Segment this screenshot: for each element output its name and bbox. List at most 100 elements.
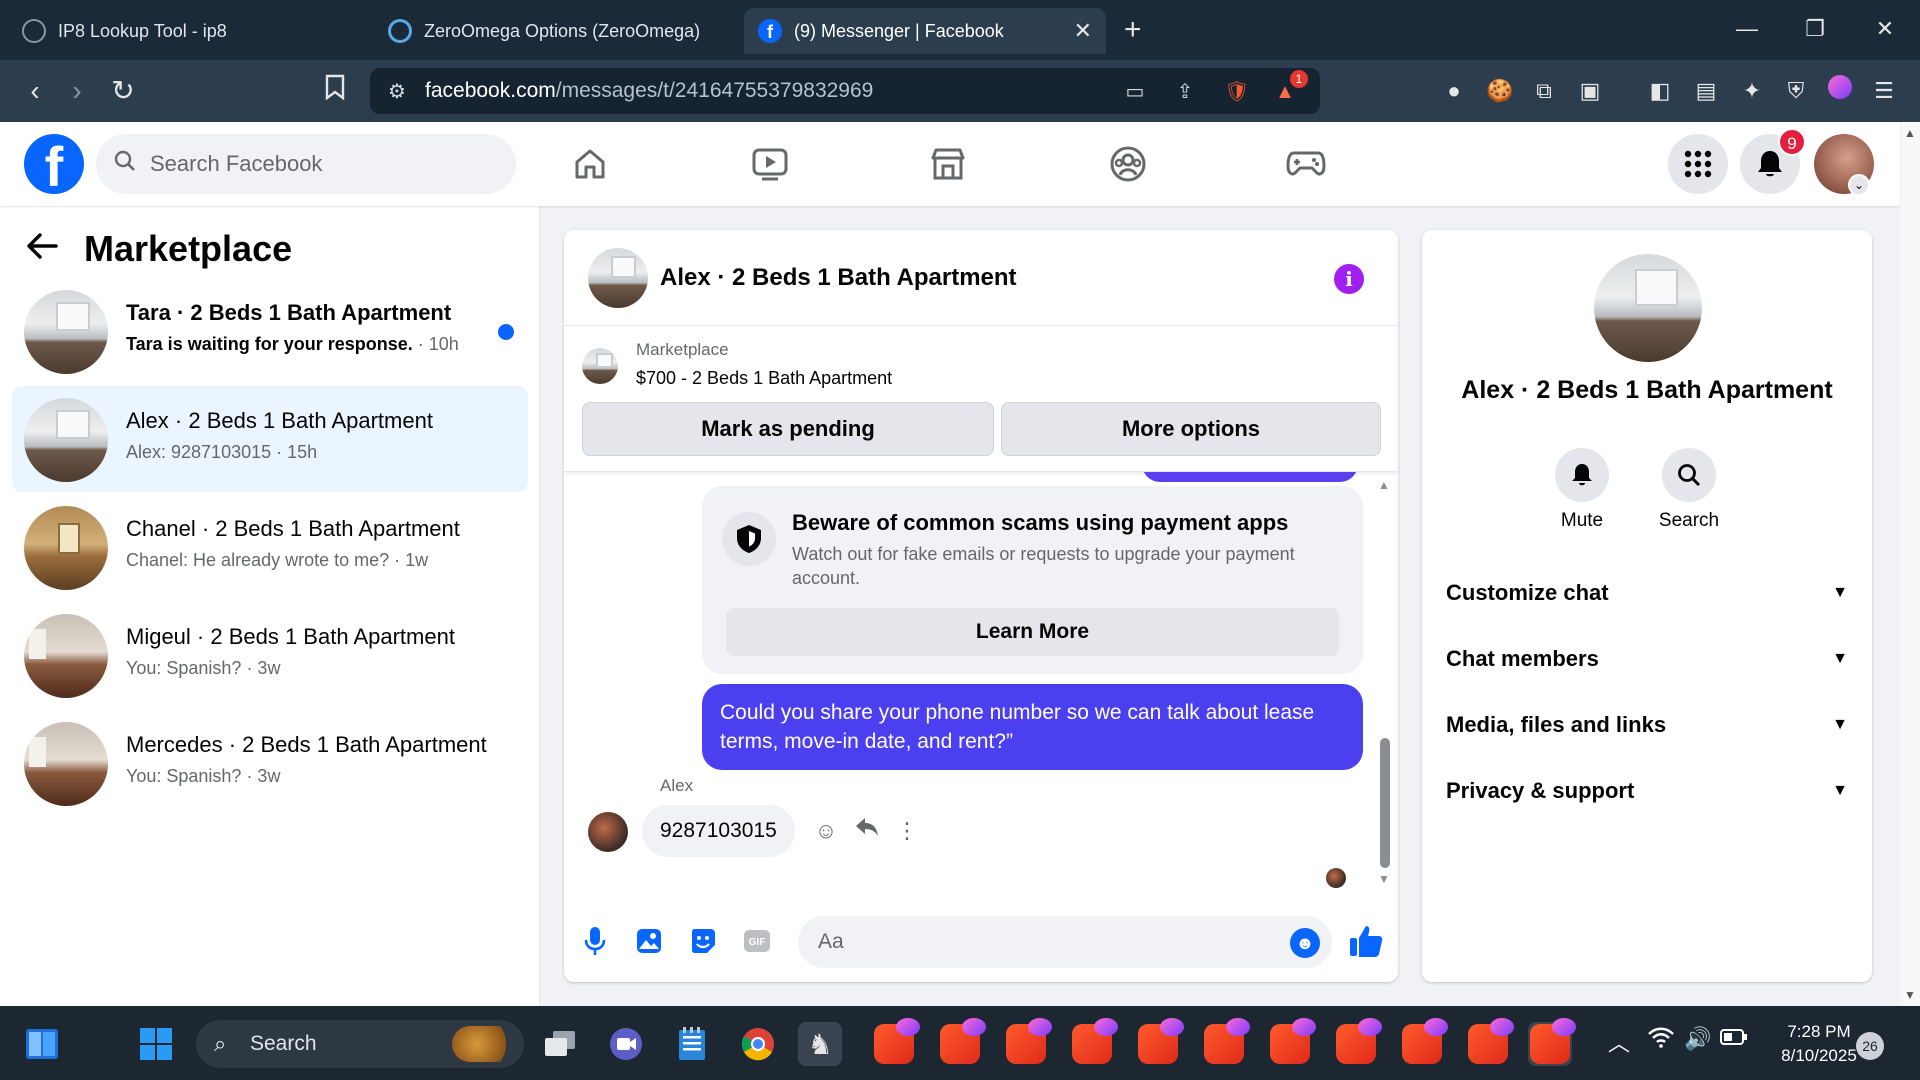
chrome-icon[interactable] bbox=[736, 1022, 780, 1066]
extension-circle-icon[interactable]: ● bbox=[1438, 75, 1470, 107]
chat-avatar[interactable] bbox=[588, 248, 648, 308]
tab-ip8[interactable]: IP8 Lookup Tool - ip8 bbox=[8, 8, 298, 54]
notifications-button[interactable]: 9 bbox=[1740, 128, 1806, 194]
sender-avatar[interactable] bbox=[588, 812, 628, 852]
scroll-up-icon[interactable]: ▲ bbox=[1904, 126, 1916, 140]
customize-chat-row[interactable]: Customize chat ▼ bbox=[1446, 568, 1848, 618]
facebook-search[interactable] bbox=[96, 134, 516, 194]
scroll-thumb[interactable] bbox=[1380, 738, 1390, 868]
sidebar-toggle-icon[interactable]: ◧ bbox=[1644, 75, 1676, 107]
start-icon[interactable] bbox=[134, 1022, 178, 1066]
sticker-icon[interactable] bbox=[686, 924, 720, 958]
brave-profile-1-icon[interactable] bbox=[872, 1018, 920, 1066]
wallet-icon[interactable]: ▤ bbox=[1690, 75, 1722, 107]
minimize-icon[interactable]: — bbox=[1724, 12, 1770, 46]
home-nav-icon[interactable] bbox=[560, 140, 620, 188]
leo-ai-icon[interactable]: ✦ bbox=[1736, 75, 1768, 107]
scroll-down-icon[interactable]: ▼ bbox=[1378, 872, 1390, 886]
profile-orb-icon[interactable] bbox=[1824, 75, 1856, 107]
info-icon[interactable]: i bbox=[1334, 264, 1364, 294]
account-chevron-icon[interactable]: ⌄ bbox=[1848, 174, 1870, 196]
bookmark-icon[interactable] bbox=[318, 74, 352, 108]
tab-messenger[interactable]: f (9) Messenger | Facebook ✕ bbox=[744, 8, 1106, 54]
battery-icon[interactable] bbox=[1720, 1026, 1748, 1052]
brave-profile-6-icon[interactable] bbox=[1202, 1018, 1250, 1066]
emoji-icon[interactable]: ☻ bbox=[1290, 928, 1320, 958]
reply-icon[interactable] bbox=[852, 816, 882, 846]
page-scrollbar[interactable]: ▲ ▼ bbox=[1900, 122, 1920, 1006]
search-action[interactable]: Search bbox=[1644, 448, 1734, 532]
mute-action[interactable]: Mute bbox=[1537, 448, 1627, 532]
mark-as-pending-button[interactable]: Mark as pending bbox=[582, 402, 994, 456]
incoming-message[interactable]: 9287103015 bbox=[642, 805, 795, 857]
tab-zeroomega[interactable]: ZeroOmega Options (ZeroOmega) bbox=[374, 8, 714, 54]
screenshot-icon[interactable]: ▣ bbox=[1574, 75, 1606, 107]
brave-profile-9-icon[interactable] bbox=[1400, 1018, 1448, 1066]
facebook-logo-icon[interactable]: f bbox=[24, 134, 84, 194]
notepad-icon[interactable] bbox=[670, 1022, 714, 1066]
like-thumb-icon[interactable] bbox=[1348, 924, 1384, 960]
forward-icon[interactable]: › bbox=[60, 74, 94, 108]
task-view-icon[interactable] bbox=[538, 1022, 582, 1066]
tray-overflow-icon[interactable]: ︿ bbox=[1608, 1026, 1630, 1058]
taskbar-search[interactable]: ⌕ Search bbox=[196, 1020, 524, 1068]
learn-more-button[interactable]: Learn More bbox=[726, 608, 1339, 656]
search-icon[interactable] bbox=[1662, 448, 1716, 502]
video-nav-icon[interactable] bbox=[740, 140, 800, 188]
conversation-item-mercedes[interactable]: Mercedes · 2 Beds 1 Bath Apartment You: … bbox=[12, 710, 528, 816]
privacy-support-row[interactable]: Privacy & support ▼ bbox=[1446, 766, 1848, 816]
close-window-icon[interactable]: ✕ bbox=[1862, 12, 1908, 46]
extensions-puzzle-icon[interactable]: ⧉ bbox=[1528, 75, 1560, 107]
anubis-app-icon[interactable]: ♞ bbox=[798, 1022, 842, 1066]
conversation-item-tara[interactable]: Tara · 2 Beds 1 Bath Apartment Tara is w… bbox=[12, 278, 528, 384]
brave-profile-2-icon[interactable] bbox=[938, 1018, 986, 1066]
brave-shields-icon[interactable]: 🛡 bbox=[1222, 77, 1252, 107]
site-settings-icon[interactable]: ⚙ bbox=[382, 77, 412, 107]
scroll-up-icon[interactable]: ▲ bbox=[1378, 478, 1390, 492]
volume-icon[interactable]: 🔊 bbox=[1684, 1026, 1711, 1052]
message-input[interactable] bbox=[798, 916, 1332, 968]
conversation-item-migeul[interactable]: Migeul · 2 Beds 1 Bath Apartment You: Sp… bbox=[12, 602, 528, 708]
brave-profile-4-icon[interactable] bbox=[1070, 1018, 1118, 1066]
bell-icon[interactable] bbox=[1555, 448, 1609, 502]
back-arrow-icon[interactable] bbox=[26, 230, 58, 269]
vpn-icon[interactable]: ⛨ bbox=[1780, 75, 1812, 107]
restore-icon[interactable]: ❐ bbox=[1792, 12, 1838, 46]
brave-profile-8-icon[interactable] bbox=[1334, 1018, 1382, 1066]
photo-icon[interactable] bbox=[632, 924, 666, 958]
new-tab-icon[interactable]: + bbox=[1124, 12, 1142, 48]
meet-now-icon[interactable] bbox=[604, 1022, 648, 1066]
brave-profile-7-icon[interactable] bbox=[1268, 1018, 1316, 1066]
cookie-icon[interactable]: 🍪 bbox=[1484, 75, 1516, 107]
more-actions-icon[interactable]: ⋮ bbox=[892, 816, 922, 846]
conversation-item-chanel[interactable]: Chanel · 2 Beds 1 Bath Apartment Chanel:… bbox=[12, 494, 528, 600]
chat-scrollbar[interactable]: ▲ ▼ bbox=[1378, 472, 1392, 902]
share-icon[interactable]: ⇪ bbox=[1170, 77, 1200, 107]
outgoing-message[interactable]: Could you share your phone number so we … bbox=[702, 684, 1363, 770]
groups-nav-icon[interactable] bbox=[1098, 140, 1158, 188]
wifi-icon[interactable] bbox=[1648, 1026, 1674, 1054]
menu-icon[interactable]: ☰ bbox=[1868, 75, 1900, 107]
chat-title[interactable]: Alex · 2 Beds 1 Bath Apartment bbox=[660, 264, 1017, 292]
reload-icon[interactable]: ↻ bbox=[106, 74, 140, 108]
widgets-icon[interactable] bbox=[20, 1022, 64, 1066]
react-emoji-icon[interactable]: ☺ bbox=[811, 816, 841, 846]
marketplace-nav-icon[interactable] bbox=[918, 140, 978, 188]
more-options-button[interactable]: More options bbox=[1001, 402, 1381, 456]
microphone-icon[interactable] bbox=[578, 924, 612, 958]
scroll-down-icon[interactable]: ▼ bbox=[1904, 988, 1916, 1002]
gif-icon[interactable]: GIF bbox=[740, 924, 774, 958]
cast-icon[interactable]: ▭ bbox=[1120, 77, 1150, 107]
back-icon[interactable]: ‹ bbox=[18, 74, 52, 108]
notification-center-badge[interactable]: 26 bbox=[1856, 1032, 1884, 1060]
gaming-nav-icon[interactable] bbox=[1276, 140, 1336, 188]
conversation-item-alex[interactable]: Alex · 2 Beds 1 Bath Apartment Alex: 928… bbox=[12, 386, 528, 492]
brave-profile-5-icon[interactable] bbox=[1136, 1018, 1184, 1066]
media-files-links-row[interactable]: Media, files and links ▼ bbox=[1446, 700, 1848, 750]
brave-profile-10-icon[interactable] bbox=[1466, 1018, 1514, 1066]
listing-title[interactable]: $700 - 2 Beds 1 Bath Apartment bbox=[636, 368, 892, 389]
brave-profile-3-icon[interactable] bbox=[1004, 1018, 1052, 1066]
menu-grid-button[interactable] bbox=[1668, 134, 1728, 194]
chat-members-row[interactable]: Chat members ▼ bbox=[1446, 634, 1848, 684]
close-tab-icon[interactable]: ✕ bbox=[1074, 18, 1092, 44]
